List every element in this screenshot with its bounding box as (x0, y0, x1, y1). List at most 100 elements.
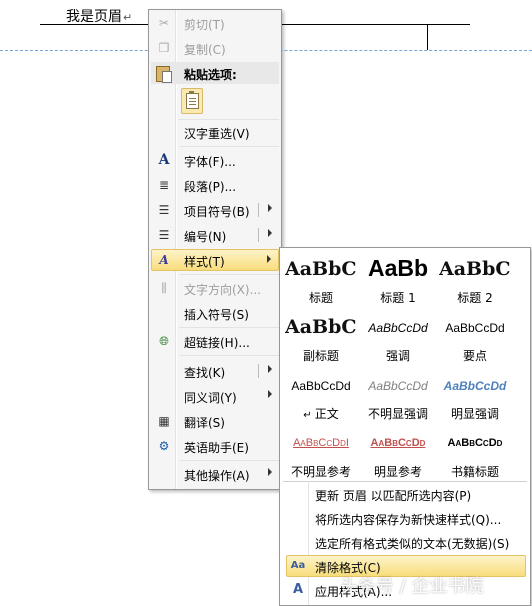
menu-item-insert-symbol[interactable]: 插入符号(S) (151, 302, 279, 324)
menu-item-english-assistant[interactable]: ⚙ 英语助手(E) (151, 435, 279, 457)
gallery-separator (283, 481, 527, 482)
update-style-label: 更新 页眉 以匹配所选内容(P) (315, 489, 472, 503)
paragraph-mark: ↵ (303, 410, 312, 421)
select-all-similar-label: 选定所有格式类似的文本(无数据)(S) (315, 537, 510, 551)
style-tile-book-title[interactable]: AaBbCcDd 书籍标题 (439, 428, 511, 480)
style-preview: AaBbCcDd (370, 437, 426, 449)
style-tile-intense-emphasis[interactable]: AaBbCcDd 明显强调 (439, 370, 511, 422)
submenu-arrow-icon[interactable] (268, 204, 272, 212)
apply-styles-icon: A (292, 582, 304, 597)
style-preview: AaBbCcDd (443, 379, 507, 393)
menu-item-numbering[interactable]: ☰ 编号(N) (151, 224, 279, 246)
menu-item-copy[interactable]: ❐ 复制(C) (151, 37, 279, 59)
paste-keep-text-only-button[interactable] (181, 88, 203, 114)
style-name: 书籍标题 (450, 465, 499, 479)
clear-formatting-icon: Aa (290, 560, 306, 571)
submenu-arrow-icon (267, 255, 271, 263)
clipboard-icon (156, 65, 172, 83)
copy-icon: ❐ (158, 41, 170, 55)
header-boundary-mark (427, 24, 428, 50)
header-text[interactable]: 我是页眉↵ (66, 6, 132, 26)
menu-item-font[interactable]: A 字体(F)... (151, 149, 279, 171)
menu-item-other-actions[interactable]: 其他操作(A) (151, 463, 279, 485)
menu-item-reconvert-label: 汉字重选(V) (184, 127, 250, 141)
style-preview: AaBbCcDd (291, 379, 351, 393)
save-as-quick-style-label: 将所选内容保存为新快速样式(Q)... (315, 513, 502, 527)
menu-item-cut[interactable]: ✂ 剪切(T) (151, 12, 279, 34)
menu-item-numbering-label: 编号(N) (184, 230, 227, 244)
style-tile-emphasis[interactable]: AaBbCcDd 强调 (362, 312, 434, 364)
menu-item-text-direction[interactable]: ⫼ 文字方向(X)... (151, 277, 279, 299)
paragraph-icon: ≣ (158, 178, 170, 192)
numbering-icon: ☰ (158, 228, 170, 242)
menu-item-translate-label: 翻译(S) (184, 416, 225, 430)
submenu-arrow-icon (268, 390, 272, 398)
style-tile-subtle-emphasis[interactable]: AaBbCcDd 不明显强调 (362, 370, 434, 422)
menu-item-other-actions-label: 其他操作(A) (184, 469, 250, 483)
menu-item-styles-label: 样式(T) (184, 255, 225, 269)
menu-item-bullets-label: 项目符号(B) (184, 205, 250, 219)
watermark: 头条号 / 企业书院 (340, 576, 484, 597)
style-preview: AaBbCcDd (368, 379, 428, 393)
font-icon: A (158, 152, 170, 168)
menu-item-hyperlink[interactable]: 🌐︎ 超链接(H)... (151, 330, 279, 352)
style-tile-intense-reference[interactable]: AaBbCcDd 明显参考 (362, 428, 434, 480)
style-tile-title[interactable]: AaBbC( 标题 (285, 254, 357, 306)
style-preview: AaBbCcDd (445, 321, 505, 335)
menu-item-cut-label: 剪切(T) (184, 18, 225, 32)
save-as-new-quick-style[interactable]: 将所选内容保存为新快速样式(Q)... (286, 507, 526, 529)
style-name: 标题 2 (457, 291, 493, 305)
submenu-split-divider (258, 364, 259, 378)
submenu-split-divider (258, 203, 259, 217)
style-name: 不明显参考 (290, 465, 351, 479)
menu-item-hyperlink-label: 超链接(H)... (184, 336, 250, 350)
menu-separator (179, 327, 279, 328)
menu-separator (179, 146, 279, 147)
menu-item-paragraph[interactable]: ≣ 段落(P)... (151, 174, 279, 196)
style-name: 不明显强调 (367, 407, 428, 421)
paste-options-header: 粘贴选项: (151, 62, 279, 84)
menu-separator (179, 460, 279, 461)
style-tile-heading-2[interactable]: AaBbC( 标题 2 (439, 254, 511, 306)
menu-item-font-label: 字体(F)... (184, 155, 236, 169)
menu-item-insert-symbol-label: 插入符号(S) (184, 308, 249, 322)
style-preview: AaBbC( (439, 258, 511, 280)
menu-item-styles[interactable]: A 样式(T) (151, 249, 279, 271)
style-tile-normal[interactable]: AaBbCcDd ↵ 正文 (285, 370, 357, 422)
menu-item-text-direction-label: 文字方向(X)... (184, 283, 262, 297)
style-name: ↵ 正文 (303, 407, 339, 421)
update-style-to-match-selection[interactable]: 更新 页眉 以匹配所选内容(P) (286, 483, 526, 505)
menu-separator (179, 355, 279, 356)
menu-item-translate[interactable]: ▦ 翻译(S) (151, 410, 279, 432)
style-name: 要点 (462, 349, 487, 363)
submenu-arrow-icon[interactable] (268, 229, 272, 237)
menu-item-reconvert[interactable]: 汉字重选(V) (151, 121, 279, 143)
menu-separator (179, 119, 279, 120)
style-name: 明显参考 (373, 465, 422, 479)
scissors-icon: ✂ (158, 16, 170, 30)
menu-item-synonyms[interactable]: 同义词(Y) (151, 385, 279, 407)
style-preview: AaBbCcDd (368, 321, 428, 335)
style-tile-subtitle[interactable]: AaBbC( 副标题 (285, 312, 357, 364)
hyperlink-globe-icon: 🌐︎ (159, 334, 169, 348)
paste-clipboard-icon (186, 91, 199, 109)
menu-item-bullets[interactable]: ☰ 项目符号(B) (151, 199, 279, 221)
style-tile-strong[interactable]: AaBbCcDd 要点 (439, 312, 511, 364)
style-name: 标题 1 (380, 291, 416, 305)
style-preview: AaBbC( (285, 258, 357, 280)
submenu-arrow-icon[interactable] (268, 365, 272, 373)
menu-separator (179, 274, 279, 275)
menu-item-english-assistant-label: 英语助手(E) (184, 441, 249, 455)
style-preview: AaBbCcDdI (293, 437, 349, 449)
context-menu: ✂ 剪切(T) ❐ 复制(C) 粘贴选项: 汉字重选(V) A 字体(F)...… (148, 9, 282, 490)
style-preview: AaBbCcDd (447, 437, 503, 449)
style-tile-heading-1[interactable]: AaBb 标题 1 (362, 254, 434, 306)
menu-item-lookup-label: 查找(K) (184, 366, 226, 380)
text-direction-icon: ⫼ (161, 281, 167, 295)
menu-item-synonyms-label: 同义词(Y) (184, 391, 237, 405)
english-assistant-icon: ⚙ (158, 439, 170, 453)
select-all-similar-text[interactable]: 选定所有格式类似的文本(无数据)(S) (286, 531, 526, 553)
menu-item-lookup[interactable]: 查找(K) (151, 360, 279, 382)
menu-item-copy-label: 复制(C) (184, 43, 226, 57)
style-tile-subtle-reference[interactable]: AaBbCcDdI 不明显参考 (285, 428, 357, 480)
